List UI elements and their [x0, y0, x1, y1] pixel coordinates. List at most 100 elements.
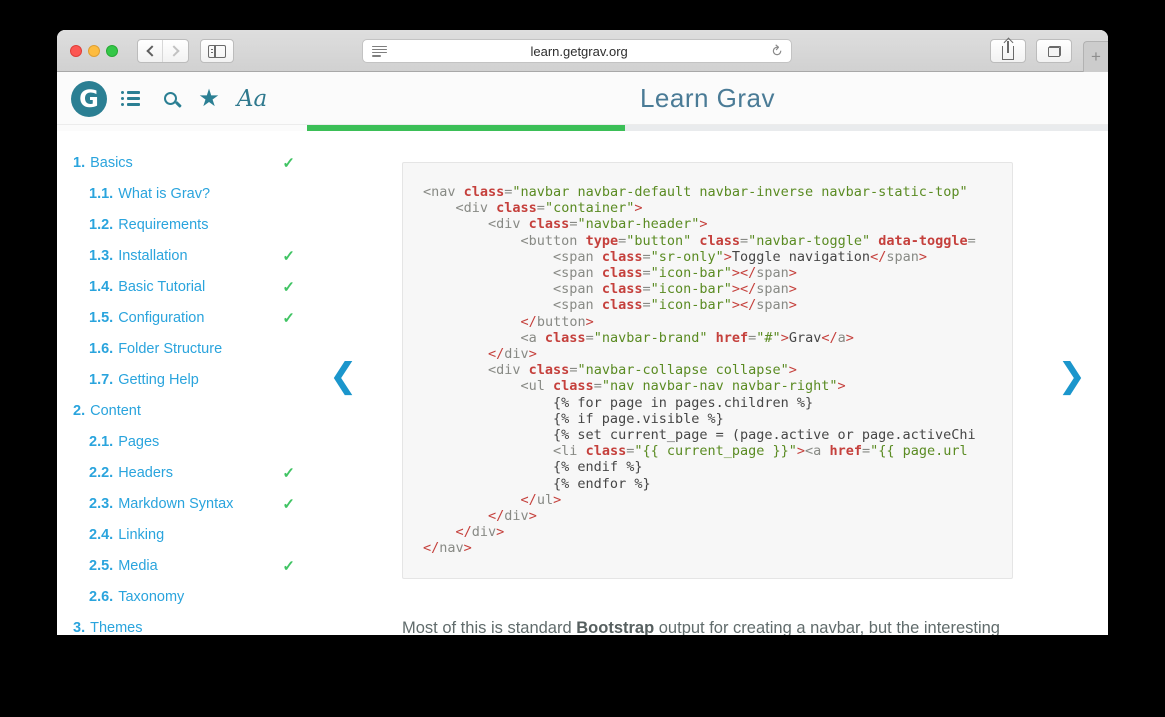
main-content: <nav class="navbar navbar-default navbar…: [307, 131, 1108, 635]
sidebar-item[interactable]: 1.7. Getting Help: [57, 364, 307, 395]
code-line: <li class="{{ current_page }}"><a href="…: [423, 443, 992, 459]
site-header: G ★ Aa Learn Grav: [57, 72, 1108, 125]
sidebar-item[interactable]: 2.6. Taxonomy: [57, 581, 307, 612]
grav-logo[interactable]: G: [71, 81, 107, 117]
reader-icon[interactable]: [372, 46, 387, 57]
code-line: <span class="icon-bar"></span>: [423, 281, 992, 297]
minimize-window-button[interactable]: [88, 45, 100, 57]
history-nav-group: [137, 39, 189, 63]
code-line: </button>: [423, 314, 992, 330]
code-line: <a class="navbar-brand" href="#">Grav</a…: [423, 330, 992, 346]
chapter-number: 1.6.: [89, 341, 113, 357]
chapter-label: Installation: [118, 248, 282, 264]
address-bar[interactable]: learn.getgrav.org ↻: [362, 39, 792, 63]
code-block: <nav class="navbar navbar-default navbar…: [402, 162, 1013, 579]
zoom-window-button[interactable]: [106, 45, 118, 57]
new-tab-button[interactable]: +: [1083, 41, 1108, 72]
close-window-button[interactable]: [70, 45, 82, 57]
chapter-label: Content: [90, 403, 295, 419]
sidebar-item[interactable]: 1.3. Installation✓: [57, 240, 307, 271]
chapter-label: Linking: [118, 527, 295, 543]
back-button[interactable]: [138, 40, 163, 62]
code-line: <span class="icon-bar"></span>: [423, 265, 992, 281]
sidebar-item[interactable]: 1.2.Requirements: [57, 209, 307, 240]
code-line: <ul class="nav navbar-nav navbar-right">: [423, 378, 992, 394]
check-icon: ✓: [282, 557, 295, 575]
chapter-label: Folder Structure: [118, 341, 295, 357]
code-line: {% if page.visible %}: [423, 411, 992, 427]
sidebar-item[interactable]: 2.2. Headers✓: [57, 457, 307, 488]
code-line: <span class="icon-bar"></span>: [423, 297, 992, 313]
code-line: </nav>: [423, 540, 992, 556]
chapter-label: What is Grav?: [118, 186, 295, 202]
forward-button[interactable]: [163, 40, 188, 62]
browser-toolbar: learn.getgrav.org ↻ +: [57, 30, 1108, 72]
chapter-number: 3.: [73, 620, 85, 636]
chapter-label: Basics: [90, 155, 282, 171]
back-icon: [146, 45, 157, 56]
chapter-number: 1.: [73, 155, 85, 171]
code-line: {% endfor %}: [423, 476, 992, 492]
sidebar-item[interactable]: 1.6. Folder Structure: [57, 333, 307, 364]
tabs-icon: [1048, 46, 1061, 57]
next-page-chevron[interactable]: ❯: [1058, 359, 1087, 393]
code-line: {% endif %}: [423, 459, 992, 475]
code-line: </div>: [423, 508, 992, 524]
chapter-number: 2.5.: [89, 558, 113, 574]
toc-icon[interactable]: [119, 72, 141, 125]
chapter-label: Headers: [118, 465, 282, 481]
sidebar-item[interactable]: 1.4. Basic Tutorial✓: [57, 271, 307, 302]
code-line: <div class="navbar-header">: [423, 216, 992, 232]
chapter-number: 2.3.: [89, 496, 113, 512]
chapter-number: 2.1.: [89, 434, 113, 450]
check-icon: ✓: [282, 247, 295, 265]
code-line: </div>: [423, 524, 992, 540]
share-button[interactable]: [990, 39, 1026, 63]
show-tabs-button[interactable]: [1036, 39, 1072, 63]
sidebar-item[interactable]: 1.Basics✓: [57, 147, 307, 178]
sidebar-item[interactable]: 2.5. Media✓: [57, 550, 307, 581]
sidebar-toggle-button[interactable]: [200, 39, 234, 63]
chapter-number: 1.7.: [89, 372, 113, 388]
chapter-number: 1.4.: [89, 279, 113, 295]
chapter-number: 2.2.: [89, 465, 113, 481]
chapter-label: Getting Help: [118, 372, 295, 388]
sidebar-item[interactable]: 2.1. Pages: [57, 426, 307, 457]
check-icon: ✓: [282, 278, 295, 296]
chapter-number: 2.4.: [89, 527, 113, 543]
chapter-label: Taxonomy: [118, 589, 295, 605]
sidebar-item[interactable]: 3. Themes: [57, 612, 307, 635]
url-text[interactable]: learn.getgrav.org: [387, 44, 771, 59]
chapter-number: 1.3.: [89, 248, 113, 264]
prev-page-chevron[interactable]: ❮: [329, 359, 358, 393]
check-icon: ✓: [282, 464, 295, 482]
chapter-label: Media: [118, 558, 282, 574]
body-paragraph: Most of this is standard Bootstrap outpu…: [402, 616, 1013, 635]
browser-window: learn.getgrav.org ↻ + G ★ Aa Learn Grav: [57, 30, 1108, 635]
bookmark-star-icon[interactable]: ★: [194, 72, 224, 125]
code-line: <div class="container">: [423, 200, 992, 216]
chapter-number: 1.5.: [89, 310, 113, 326]
code-line: <button type="button" class="navbar-togg…: [423, 233, 992, 249]
sidebar-item[interactable]: 2.3.Markdown Syntax✓: [57, 488, 307, 519]
chapter-label: Pages: [118, 434, 295, 450]
code-line: </ul>: [423, 492, 992, 508]
sidebar-item[interactable]: 2.4. Linking: [57, 519, 307, 550]
sidebar-item[interactable]: 2. Content: [57, 395, 307, 426]
sidebar-item[interactable]: 1.5.Configuration✓: [57, 302, 307, 333]
text-size-icon[interactable]: Aa: [232, 72, 272, 125]
code-line: {% for page in pages.children %}: [423, 395, 992, 411]
chapter-label: Themes: [90, 620, 295, 636]
search-icon[interactable]: [157, 72, 183, 125]
forward-icon: [168, 45, 179, 56]
code-line: </div>: [423, 346, 992, 362]
chapter-number: 2.6.: [89, 589, 113, 605]
chapter-label: Basic Tutorial: [118, 279, 282, 295]
sidebar-item[interactable]: 1.1.What is Grav?: [57, 178, 307, 209]
chapter-number: 2.: [73, 403, 85, 419]
sidebar-icon: [208, 45, 226, 58]
chapter-label: Markdown Syntax: [118, 496, 282, 512]
chapter-label: Configuration: [118, 310, 282, 326]
code-line: <div class="navbar-collapse collapse">: [423, 362, 992, 378]
chapter-number: 1.2.: [89, 217, 113, 233]
